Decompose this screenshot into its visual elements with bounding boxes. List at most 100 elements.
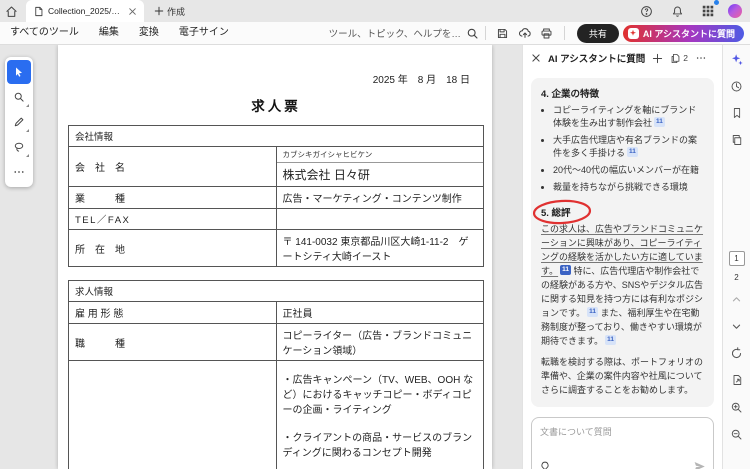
save-icon[interactable] (494, 24, 512, 42)
summary-paragraph-1: この求人は、広告やブランドコミュニケーションに興味があり、コピーライティングの経… (541, 223, 704, 348)
lasso-tool-button[interactable] (7, 135, 31, 159)
feature-item: 20代〜40代の幅広いメンバーが在籍 (553, 164, 704, 177)
home-icon (5, 5, 18, 18)
tab-bar: Collection_2025/09/02... 作成 (0, 0, 750, 22)
duties-label: 具体的な業務 内 容 (69, 361, 277, 469)
table-row: 具体的な業務 内 容 ・広告キャンペーン（TV、WEB、OOH など）におけるキ… (69, 361, 484, 469)
flyout-indicator (26, 129, 29, 132)
table-row: 職 種 コピーライター（広告・ブランドコミュニケーション領域） (69, 324, 484, 361)
close-icon[interactable] (531, 53, 541, 63)
duty-item: ・クライアントの商品・サービスのブランディングに関わるコンセプト開発 (283, 431, 478, 461)
page-up-chevron-icon[interactable] (729, 291, 745, 307)
magnifier-icon (13, 91, 25, 103)
address-label: 所 在 地 (69, 230, 277, 267)
bookmark-icon[interactable] (729, 105, 745, 121)
export-page-icon[interactable] (729, 372, 745, 388)
pdf-page[interactable]: 2025 年 8 月 18 日 求人票 会社情報 会 社 名 カブシキガイシャヒ… (58, 45, 492, 469)
company-info-table: 会社情報 会 社 名 カブシキガイシャヒビケン 株式会社 日々研 業 種 広告・… (68, 125, 484, 267)
citation-badge-active[interactable]: 11 (560, 265, 571, 275)
tab-close-icon[interactable] (128, 7, 137, 16)
citation-badge[interactable]: 11 (627, 147, 638, 157)
table-row: 会 社 名 カブシキガイシャヒビケン 株式会社 日々研 (69, 147, 484, 187)
ai-assistant-rail-icon[interactable] (729, 51, 745, 67)
suggestions-lightbulb-icon[interactable] (539, 461, 551, 469)
employment-type-value: 正社員 (276, 302, 484, 324)
page-down-chevron-icon[interactable] (729, 318, 745, 334)
feature-item: 大手広告代理店や有名ブランドの案件を多く手掛ける11 (553, 134, 704, 160)
ai-response-card: 4. 企業の特徴 コピーライティングを軸にブランド体験を生み出す制作会社11 大… (531, 78, 714, 407)
feature-item: コピーライティングを軸にブランド体験を生み出す制作会社11 (553, 104, 704, 130)
notification-dot (714, 0, 719, 5)
divider (485, 26, 486, 40)
create-tab-button[interactable]: 作成 (144, 5, 195, 18)
ai-question-input-card (531, 417, 714, 469)
duties-cell: ・広告キャンペーン（TV、WEB、OOH など）におけるキャッチコピー・ボディコ… (276, 361, 484, 469)
job-section-header: 求人情報 (69, 281, 484, 302)
send-icon[interactable] (693, 460, 706, 469)
tel-fax-label: TEL／FAX (69, 209, 277, 230)
select-tool-button[interactable] (7, 60, 31, 84)
tool-palette (5, 57, 33, 187)
address-value: 〒 141-0032 東京都品川区大崎1-11-2 ゲートシティ大崎イースト (276, 230, 484, 267)
document-title: 求人票 (68, 95, 484, 115)
history-clock-icon[interactable] (729, 78, 745, 94)
table-row: 業 種 広告・マーケティング・コンテンツ制作 (69, 187, 484, 209)
cursor-icon (13, 66, 25, 78)
overflow-menu-icon[interactable] (695, 52, 707, 64)
plus-icon (154, 6, 164, 16)
menu-all-tools[interactable]: すべてのツール (0, 22, 89, 44)
citation-badge[interactable]: 11 (605, 335, 616, 345)
upload-cloud-icon[interactable] (516, 24, 534, 42)
company-name-label: 会 社 名 (69, 147, 277, 187)
avatar[interactable] (728, 4, 742, 18)
menu-bar: すべてのツール 編集 変換 電子サイン ツール、トピック、ヘルプを… 共有 AI… (0, 22, 750, 45)
ai-question-input[interactable] (532, 418, 713, 454)
table-row: 求人情報 (69, 281, 484, 302)
next-page-number[interactable]: 2 (734, 273, 738, 282)
table-row: 雇 用 形 態 正社員 (69, 302, 484, 324)
pencil-icon (13, 116, 25, 128)
flyout-indicator (26, 154, 29, 157)
menu-edit[interactable]: 編集 (89, 22, 129, 44)
citation-badge[interactable]: 11 (654, 117, 665, 127)
home-button[interactable] (0, 0, 22, 22)
job-info-table: 求人情報 雇 用 形 態 正社員 職 種 コピーライター（広告・ブランドコミュニ… (68, 280, 484, 469)
toolbar-search[interactable]: ツール、トピック、ヘルプを… (329, 26, 479, 40)
search-placeholder: ツール、トピック、ヘルプを… (329, 26, 461, 40)
print-icon[interactable] (538, 24, 556, 42)
citation-badge[interactable]: 11 (587, 307, 598, 317)
table-row: TEL／FAX (69, 209, 484, 230)
page-thumbnails-icon[interactable] (729, 132, 745, 148)
notifications-bell-icon[interactable] (668, 2, 686, 20)
zoom-in-icon[interactable] (729, 399, 745, 415)
zoom-out-icon[interactable] (729, 426, 745, 442)
document-date: 2025 年 8 月 18 日 (68, 71, 484, 86)
summary-heading: 5. 総評 (541, 205, 571, 219)
ai-assistant-button[interactable]: AI アシスタントに質問 (623, 25, 744, 42)
current-page-indicator[interactable]: 1 (729, 251, 745, 266)
menu-esign[interactable]: 電子サイン (169, 22, 239, 44)
share-button[interactable]: 共有 (577, 24, 619, 43)
draw-tool-button[interactable] (7, 110, 31, 134)
new-chat-plus-icon[interactable] (652, 53, 663, 64)
industry-value: 広告・マーケティング・コンテンツ制作 (276, 187, 484, 209)
more-tools-button[interactable] (7, 160, 31, 184)
menu-convert[interactable]: 変換 (129, 22, 169, 44)
attachment-count: 2 (683, 53, 688, 63)
search-icon (466, 27, 479, 40)
pages-icon (670, 53, 681, 64)
ai-button-label: AI アシスタントに質問 (643, 27, 735, 40)
features-heading: 4. 企業の特徴 (541, 86, 704, 100)
position-label: 職 種 (69, 324, 277, 361)
company-section-header: 会社情報 (69, 126, 484, 147)
rotate-page-icon[interactable] (729, 345, 745, 361)
apps-grid-icon[interactable] (699, 2, 717, 20)
summary-paragraph-2: 転職を検討する際は、ポートフォリオの準備や、企業の案件内容や社風についてさらに調… (541, 356, 704, 398)
help-icon[interactable] (637, 2, 655, 20)
lasso-icon (13, 141, 25, 153)
file-icon (33, 6, 44, 17)
document-tab[interactable]: Collection_2025/09/02... (26, 0, 144, 22)
attached-documents-button[interactable]: 2 (670, 53, 688, 64)
zoom-tool-button[interactable] (7, 85, 31, 109)
table-row: 所 在 地 〒 141-0032 東京都品川区大崎1-11-2 ゲートシティ大崎… (69, 230, 484, 267)
